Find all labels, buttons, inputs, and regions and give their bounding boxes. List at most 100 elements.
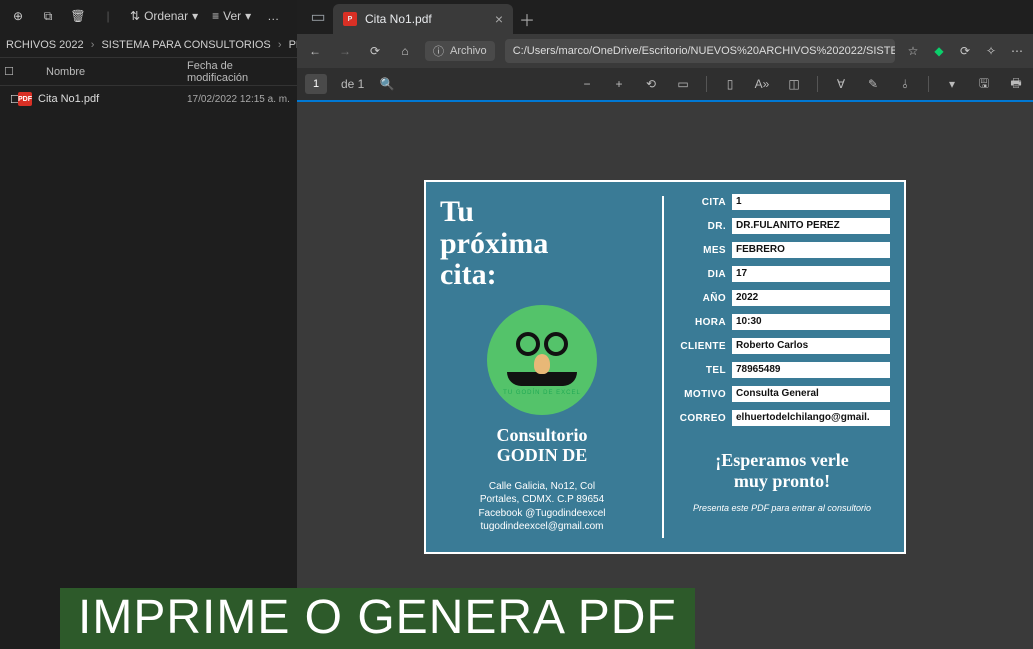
- tab-title: Cita No1.pdf: [365, 12, 432, 26]
- explorer-toolbar: ⊕ ⧉ 🗑 | ⇅ Ordenar ▾ ≡ Ver ▾ …: [0, 0, 297, 32]
- erase-icon[interactable]: ⫰: [896, 77, 914, 92]
- addr-line: Portales, CDMX. C.P 89654: [478, 493, 605, 507]
- field-row: CLIENTERoberto Carlos: [674, 338, 890, 354]
- checkbox-icon[interactable]: ☐: [0, 65, 18, 78]
- draw-icon[interactable]: ∀: [832, 77, 850, 91]
- page-input[interactable]: 1: [305, 74, 327, 94]
- pdf-toolbar: 1 de 1 🔍 − + ⟲ ▭ ▯ A» ◫ ∀ ✎ ⫰ ▾ 🖫 🖶: [297, 68, 1033, 102]
- divider: [928, 76, 929, 92]
- field-value: Roberto Carlos: [732, 338, 890, 354]
- search-icon[interactable]: 🔍: [378, 77, 396, 91]
- field-label: AÑO: [674, 293, 732, 304]
- field-value: 17: [732, 266, 890, 282]
- crumb[interactable]: PDFCitas: [289, 39, 297, 51]
- field-row: DIA17: [674, 266, 890, 282]
- column-modified[interactable]: Fecha de modificación: [187, 60, 297, 84]
- view-label: Ver: [223, 9, 241, 23]
- favorite-icon[interactable]: ☆: [905, 44, 921, 58]
- consultorio-title: ConsultorioGODIN DE: [496, 425, 587, 466]
- pdf-right-column: CITA1DR.DR.FULANITO PEREZMESFEBRERODIA17…: [670, 182, 904, 552]
- highlight-icon[interactable]: ✎: [864, 77, 882, 91]
- field-label: CLIENTE: [674, 341, 732, 352]
- print-icon[interactable]: 🖶: [1007, 74, 1025, 95]
- divider: [706, 76, 707, 92]
- crumb[interactable]: RCHIVOS 2022: [6, 39, 84, 51]
- new-icon[interactable]: ⊕: [10, 9, 26, 23]
- sort-label: Ordenar: [144, 9, 188, 23]
- field-row: MESFEBRERO: [674, 242, 890, 258]
- back-icon[interactable]: ←: [305, 44, 325, 58]
- url-text: C:/Users/marco/OneDrive/Escritorio/NUEVO…: [513, 45, 895, 57]
- breadcrumb[interactable]: RCHIVOS 2022 › SISTEMA PARA CONSULTORIOS…: [0, 32, 297, 58]
- collections-icon[interactable]: ✧: [983, 44, 999, 58]
- list-header: ☐ Nombre Fecha de modificación: [0, 58, 297, 86]
- column-name[interactable]: Nombre: [18, 66, 187, 78]
- addr-right-icons: ☆ ◆ ⟳ ✧ ⋯: [905, 44, 1025, 58]
- pdf-left-column: Tupróximacita: TU GODÍN DE EXCEL Consult…: [426, 182, 656, 552]
- headline: Tupróximacita:: [440, 196, 548, 291]
- field-value: 78965489: [732, 362, 890, 378]
- browser-window: ▭ P Cita No1.pdf × ＋ ← → ⟳ ⌂ ⓘ Archivo C…: [297, 0, 1033, 649]
- more-icon[interactable]: ⋯: [1009, 44, 1025, 58]
- fields-list: CITA1DR.DR.FULANITO PEREZMESFEBRERODIA17…: [674, 194, 890, 434]
- forward-icon[interactable]: →: [335, 44, 355, 58]
- pdf-canvas[interactable]: Tupróximacita: TU GODÍN DE EXCEL Consult…: [297, 102, 1033, 649]
- crumb[interactable]: SISTEMA PARA CONSULTORIOS: [101, 39, 270, 51]
- divider: |: [100, 9, 116, 23]
- layout-icon[interactable]: ◫: [785, 77, 803, 91]
- refresh-icon[interactable]: ⟳: [365, 44, 385, 58]
- mustache-icon: [507, 372, 577, 386]
- sort-menu[interactable]: ⇅ Ordenar ▾: [130, 9, 198, 23]
- view-menu[interactable]: ≡ Ver ▾: [212, 9, 251, 23]
- file-row[interactable]: ☐ PDF Cita No1.pdf 17/02/2022 12:15 a. m…: [0, 86, 297, 112]
- page-view-icon[interactable]: ▯: [721, 77, 739, 91]
- file-date: 17/02/2022 12:15 a. m.: [187, 94, 297, 105]
- rotate-icon[interactable]: ⟲: [642, 77, 660, 91]
- field-row: CORREOelhuertodelchilango@gmail.: [674, 410, 890, 426]
- sync-icon[interactable]: ⟳: [957, 44, 973, 58]
- nose-icon: [534, 354, 550, 374]
- checkbox-icon[interactable]: ☐: [10, 93, 18, 106]
- file-name: Cita No1.pdf: [38, 93, 187, 105]
- text-icon[interactable]: ▾: [943, 77, 961, 91]
- chevron-down-icon: ▾: [245, 9, 251, 23]
- field-row: AÑO2022: [674, 290, 890, 306]
- field-value: 1: [732, 194, 890, 210]
- more-menu[interactable]: …: [265, 9, 281, 23]
- zoom-out-icon[interactable]: −: [578, 77, 596, 91]
- delete-icon[interactable]: 🗑: [70, 9, 86, 23]
- tab[interactable]: P Cita No1.pdf ×: [333, 4, 513, 34]
- fit-page-icon[interactable]: ▭: [674, 77, 692, 91]
- read-aloud-icon[interactable]: A»: [753, 77, 771, 91]
- close-icon[interactable]: ×: [495, 11, 503, 27]
- pdf-icon: PDF: [18, 92, 32, 106]
- addr-line: Calle Galicia, No12, Col: [478, 480, 605, 494]
- home-icon[interactable]: ⌂: [395, 44, 415, 58]
- chevron-right-icon: ›: [278, 39, 282, 51]
- addr-line: Facebook @Tugodindeexcel: [478, 507, 605, 521]
- field-value: 10:30: [732, 314, 890, 330]
- zoom-in-icon[interactable]: +: [610, 77, 628, 91]
- field-value: Consulta General: [732, 386, 890, 402]
- logo-text: TU GODÍN DE EXCEL: [503, 390, 581, 396]
- copy-icon[interactable]: ⧉: [40, 9, 56, 24]
- field-value: 2022: [732, 290, 890, 306]
- new-tab-button[interactable]: ＋: [513, 4, 541, 34]
- field-row: MOTIVOConsulta General: [674, 386, 890, 402]
- address-block: Calle Galicia, No12, Col Portales, CDMX.…: [478, 480, 605, 534]
- shield-icon[interactable]: ◆: [931, 44, 947, 58]
- field-label: DR.: [674, 221, 732, 232]
- field-label: MES: [674, 245, 732, 256]
- url-field[interactable]: C:/Users/marco/OneDrive/Escritorio/NUEVO…: [505, 39, 895, 63]
- field-value: DR.FULANITO PEREZ: [732, 218, 890, 234]
- video-caption: IMPRIME O GENERA PDF: [60, 588, 695, 649]
- pdf-icon: P: [343, 12, 357, 26]
- field-row: HORA10:30: [674, 314, 890, 330]
- logo: TU GODÍN DE EXCEL: [487, 305, 597, 415]
- scheme-label: Archivo: [450, 45, 487, 57]
- save-icon[interactable]: 🖫: [975, 74, 993, 95]
- chevron-down-icon: ▾: [192, 9, 198, 23]
- scheme-pill[interactable]: ⓘ Archivo: [425, 41, 495, 61]
- footer-note: Presenta este PDF para entrar al consult…: [674, 503, 890, 513]
- window-menu-icon[interactable]: ▭: [303, 0, 333, 34]
